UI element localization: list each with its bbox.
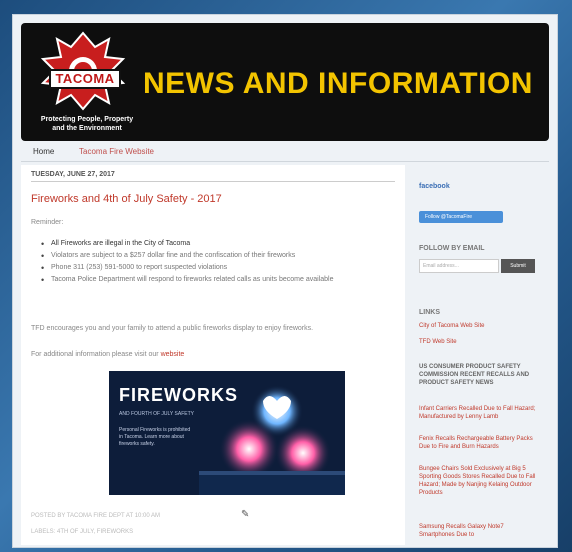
facebook-heading: facebook bbox=[419, 183, 450, 190]
cpsc-recalls-heading: US CONSUMER PRODUCT SAFETY COMMISSION RE… bbox=[419, 364, 530, 386]
post-footer-labels: LABELS: 4TH OF JULY, FIREWORKS bbox=[31, 529, 134, 535]
edit-pencil-icon[interactable]: ✎ bbox=[241, 509, 249, 520]
site-header: TACOMA Protecting People, Property and t… bbox=[21, 23, 549, 141]
post-bullet-list: All Fireworks are illegal in the City of… bbox=[41, 239, 391, 287]
promo-subtitle: AND FOURTH OF JULY SAFETY bbox=[119, 411, 195, 417]
tacoma-fire-logo[interactable]: TACOMA Protecting People, Property and t… bbox=[31, 29, 135, 137]
list-item[interactable]: Infant Carriers Recalled Due to Fall Haz… bbox=[419, 405, 537, 421]
website-link[interactable]: website bbox=[161, 351, 185, 358]
nav-tacoma-fire-website-link[interactable]: Tacoma Fire Website bbox=[79, 147, 154, 156]
list-item[interactable]: Samsung Recalls Galaxy Note7 Smartphones… bbox=[419, 523, 537, 539]
logo-name: TACOMA bbox=[49, 69, 121, 89]
list-item[interactable]: Fenix Recalls Rechargeable Battery Packs… bbox=[419, 435, 537, 451]
sidebar: facebook Follow @TacomaFire FOLLOW BY EM… bbox=[413, 165, 549, 545]
post-date: TUESDAY, JUNE 27, 2017 bbox=[31, 171, 395, 182]
links-heading: LINKS bbox=[419, 309, 440, 316]
post-footer-posted-by: POSTED BY TACOMA FIRE DEPT AT 10:00 AM bbox=[31, 513, 161, 519]
list-item: Phone 311 (253) 591-5000 to report suspe… bbox=[41, 263, 391, 273]
tfd-web-site-link[interactable]: TFD Web Site bbox=[419, 339, 457, 345]
follow-email-heading: FOLLOW BY EMAIL bbox=[419, 245, 485, 252]
post-paragraph: TFD encourages you and your family to at… bbox=[31, 325, 314, 332]
promo-text: Personal Fireworks is prohibited in Taco… bbox=[119, 427, 191, 447]
tagline: Protecting People, Property and the Envi… bbox=[40, 116, 134, 132]
more-info-text: For additional information please visit … bbox=[31, 351, 159, 358]
list-item: Violators are subject to a $257 dollar f… bbox=[41, 251, 391, 261]
list-item[interactable]: Bungee Chairs Sold Exclusively at Big 5 … bbox=[419, 465, 537, 497]
site-title[interactable]: NEWS AND INFORMATION bbox=[143, 67, 533, 101]
facebook-follow-button[interactable]: Follow @TacomaFire bbox=[419, 211, 503, 223]
submit-button[interactable]: Submit bbox=[501, 259, 535, 273]
blog-frame: TACOMA Protecting People, Property and t… bbox=[12, 14, 558, 548]
city-of-tacoma-link[interactable]: City of Tacoma Web Site bbox=[419, 323, 484, 329]
fireworks-burst-icon bbox=[199, 385, 345, 495]
post-greeting: Reminder: bbox=[31, 219, 64, 226]
fireworks-promo-image[interactable]: FIREWORKS AND FOURTH OF JULY SAFETY Pers… bbox=[109, 371, 345, 495]
list-item: Tacoma Police Department will respond to… bbox=[41, 275, 391, 285]
list-item: All Fireworks are illegal in the City of… bbox=[41, 239, 391, 249]
post-title[interactable]: Fireworks and 4th of July Safety - 2017 bbox=[31, 193, 222, 205]
nav-bar: Home Tacoma Fire Website bbox=[21, 143, 549, 162]
nav-home-link[interactable]: Home bbox=[33, 147, 54, 156]
main-post-column: TUESDAY, JUNE 27, 2017 Fireworks and 4th… bbox=[21, 165, 405, 545]
more-info-line: For additional information please visit … bbox=[31, 351, 184, 358]
email-input[interactable]: Email address... bbox=[419, 259, 499, 273]
